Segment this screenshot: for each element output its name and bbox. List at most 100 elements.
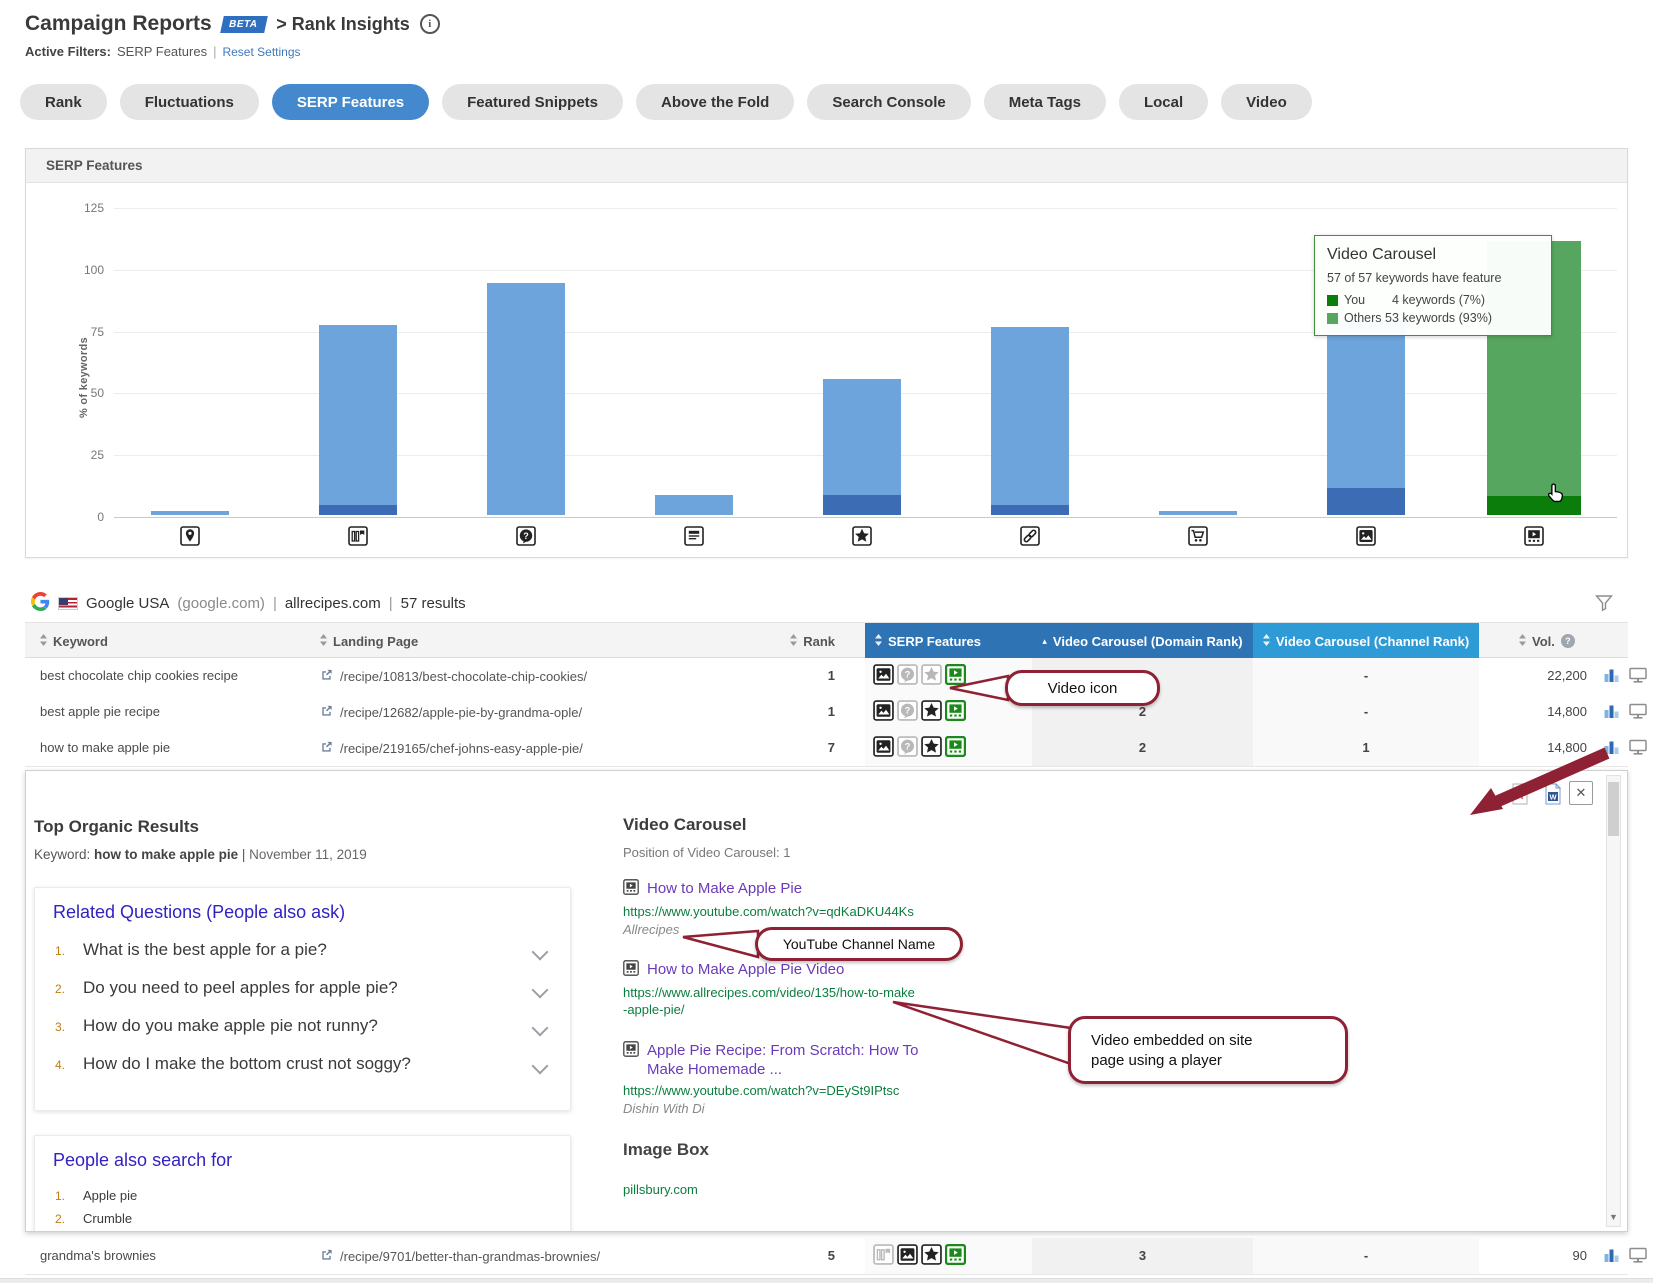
question-number: 3. xyxy=(55,1020,65,1034)
related-question-row[interactable]: 3. How do you make apple pie not runny? xyxy=(35,1016,570,1054)
filter-icon[interactable] xyxy=(1594,593,1614,617)
bar-top-stories[interactable] xyxy=(319,325,397,515)
related-questions-feature-icon[interactable]: ? xyxy=(897,700,918,724)
related-questions-feature-icon[interactable]: ? xyxy=(897,664,918,688)
reviews-feature-icon[interactable] xyxy=(921,664,942,688)
video-title-link[interactable]: Apple Pie Recipe: From Scratch: How To M… xyxy=(623,1041,933,1079)
search-engine-domain: (google.com) xyxy=(177,595,265,612)
bar-related-questions[interactable] xyxy=(487,283,565,515)
image-pack-feature-icon[interactable] xyxy=(873,664,894,688)
video-title-link[interactable]: How to Make Apple Pie Video xyxy=(623,960,933,981)
landing-page-link[interactable]: /recipe/9701/better-than-grandmas-browni… xyxy=(320,1238,600,1274)
video-title-link[interactable]: How to Make Apple Pie xyxy=(623,879,933,900)
tab-meta-tags[interactable]: Meta Tags xyxy=(984,84,1106,120)
serp-snapshot-icon[interactable] xyxy=(1628,738,1648,759)
reset-settings-link[interactable]: Reset Settings xyxy=(222,45,300,59)
column-landing-page[interactable]: Landing Page xyxy=(320,623,418,659)
trend-chart-icon[interactable] xyxy=(1603,1246,1620,1266)
image-pack-feature-icon[interactable] xyxy=(873,700,894,724)
video-carousel-feature-icon[interactable] xyxy=(945,736,966,760)
serp-snapshot-icon[interactable] xyxy=(1628,666,1648,687)
bar-image-pack[interactable] xyxy=(1327,320,1405,515)
landing-page-link[interactable]: /recipe/10813/best-chocolate-chip-cookie… xyxy=(320,658,587,694)
tab-above-the-fold[interactable]: Above the Fold xyxy=(636,84,794,120)
chevron-down-icon[interactable] xyxy=(532,1020,549,1037)
video-carousel-feature-icon[interactable] xyxy=(945,1244,966,1268)
tab-featured-snippets[interactable]: Featured Snippets xyxy=(442,84,623,120)
video-icon xyxy=(623,1041,639,1062)
related-questions-feature-icon[interactable]: ? xyxy=(897,736,918,760)
related-question-row[interactable]: 4.How do I make the bottom crust not sog… xyxy=(35,1054,570,1092)
related-question-row[interactable]: 1.What is the best apple for a pie? xyxy=(35,940,570,978)
trend-chart-icon[interactable] xyxy=(1603,702,1620,722)
top-stories-feature-icon[interactable] xyxy=(873,1244,894,1268)
report-tabs: Rank Fluctuations SERP Features Featured Sn… xyxy=(20,84,1312,120)
reviews-feature-icon[interactable] xyxy=(921,736,942,760)
bar-shopping-results[interactable] xyxy=(1159,511,1237,515)
bar-segment-others xyxy=(1327,320,1405,488)
bar-segment-others xyxy=(319,325,397,505)
local-pack-icon xyxy=(180,526,200,551)
tab-serp-features[interactable]: SERP Features xyxy=(272,84,429,120)
close-icon[interactable]: ✕ xyxy=(1569,781,1593,805)
row-action-icons xyxy=(1603,694,1648,730)
landing-page-link[interactable]: /recipe/12682/apple-pie-by-grandma-ople/ xyxy=(320,694,582,730)
video-carousel-feature-icon[interactable] xyxy=(945,664,966,688)
serp-snapshot-icon[interactable] xyxy=(1628,702,1648,723)
rank-cell: 5 xyxy=(725,1238,835,1274)
bar-sitelinks[interactable] xyxy=(991,327,1069,515)
table-row: how to make apple pie/recipe/219165/chef… xyxy=(25,730,1628,767)
bar-featured-snippet[interactable] xyxy=(655,495,733,515)
image-pack-feature-icon[interactable] xyxy=(897,1244,918,1268)
reviews-feature-icon[interactable] xyxy=(921,1244,942,1268)
domain-rank-cell: 3 xyxy=(1032,1238,1253,1274)
svg-text:?: ? xyxy=(905,741,911,752)
column-volume[interactable]: Vol.? xyxy=(1519,623,1575,659)
volume-cell: 90 xyxy=(1473,1238,1587,1274)
sort-icon xyxy=(40,634,47,649)
reviews-feature-icon[interactable] xyxy=(921,700,942,724)
question-text: How do you make apple pie not runny? xyxy=(83,1016,378,1036)
tab-fluctuations[interactable]: Fluctuations xyxy=(120,84,259,120)
landing-page-link[interactable]: /recipe/219165/chef-johns-easy-apple-pie… xyxy=(320,730,583,766)
export-word-icon[interactable]: W xyxy=(1543,783,1563,810)
us-flag-icon xyxy=(58,597,78,610)
image-box-site-link[interactable]: pillsbury.com xyxy=(623,1182,933,1197)
help-icon: ? xyxy=(1561,634,1575,648)
column-video-carousel-channel-rank[interactable]: Video Carousel (Channel Rank) xyxy=(1253,623,1479,659)
bar-local-pack[interactable] xyxy=(151,511,229,515)
svg-text:?: ? xyxy=(905,669,911,680)
column-keyword[interactable]: Keyword xyxy=(40,623,108,659)
video-carousel-feature-icon[interactable] xyxy=(945,700,966,724)
tab-rank[interactable]: Rank xyxy=(20,84,107,120)
bar-reviews[interactable] xyxy=(823,379,901,515)
chart-tooltip: Video Carousel 57 of 57 keywords have fe… xyxy=(1314,235,1552,336)
tab-search-console[interactable]: Search Console xyxy=(807,84,970,120)
tab-local[interactable]: Local xyxy=(1119,84,1208,120)
image-pack-feature-icon[interactable] xyxy=(873,736,894,760)
column-video-carousel-domain-rank[interactable]: ▴Video Carousel (Domain Rank) xyxy=(1032,623,1253,659)
chevron-down-icon[interactable] xyxy=(532,1058,549,1075)
chevron-down-icon[interactable] xyxy=(532,982,549,999)
y-tick-label: 0 xyxy=(34,510,104,524)
serp-snapshot-icon[interactable] xyxy=(1628,1246,1648,1267)
detail-scrollbar[interactable]: ▼ xyxy=(1606,775,1621,1227)
trend-chart-icon[interactable] xyxy=(1603,738,1620,758)
tab-video[interactable]: Video xyxy=(1221,84,1312,120)
question-text: Do you need to peel apples for apple pie… xyxy=(83,978,398,998)
mouse-cursor-icon xyxy=(1545,482,1567,511)
page-title: Campaign Reports xyxy=(25,12,212,36)
scrollbar-thumb[interactable] xyxy=(1608,782,1619,836)
trend-chart-icon[interactable] xyxy=(1603,666,1620,686)
export-pdf-icon[interactable]: A xyxy=(1510,783,1530,810)
column-rank[interactable]: Rank xyxy=(725,623,835,659)
volume-cell: 14,800 xyxy=(1473,730,1587,766)
sort-icon xyxy=(320,634,327,649)
serp-features-cell: ? xyxy=(873,658,966,694)
info-icon[interactable]: i xyxy=(420,14,440,34)
column-serp-features[interactable]: SERP Features xyxy=(865,623,1032,659)
bar-segment-others xyxy=(151,511,229,515)
scrollbar-down-arrow[interactable]: ▼ xyxy=(1607,1212,1620,1222)
related-question-row[interactable]: 2.Do you need to peel apples for apple p… xyxy=(35,978,570,1016)
chevron-down-icon[interactable] xyxy=(532,944,549,961)
